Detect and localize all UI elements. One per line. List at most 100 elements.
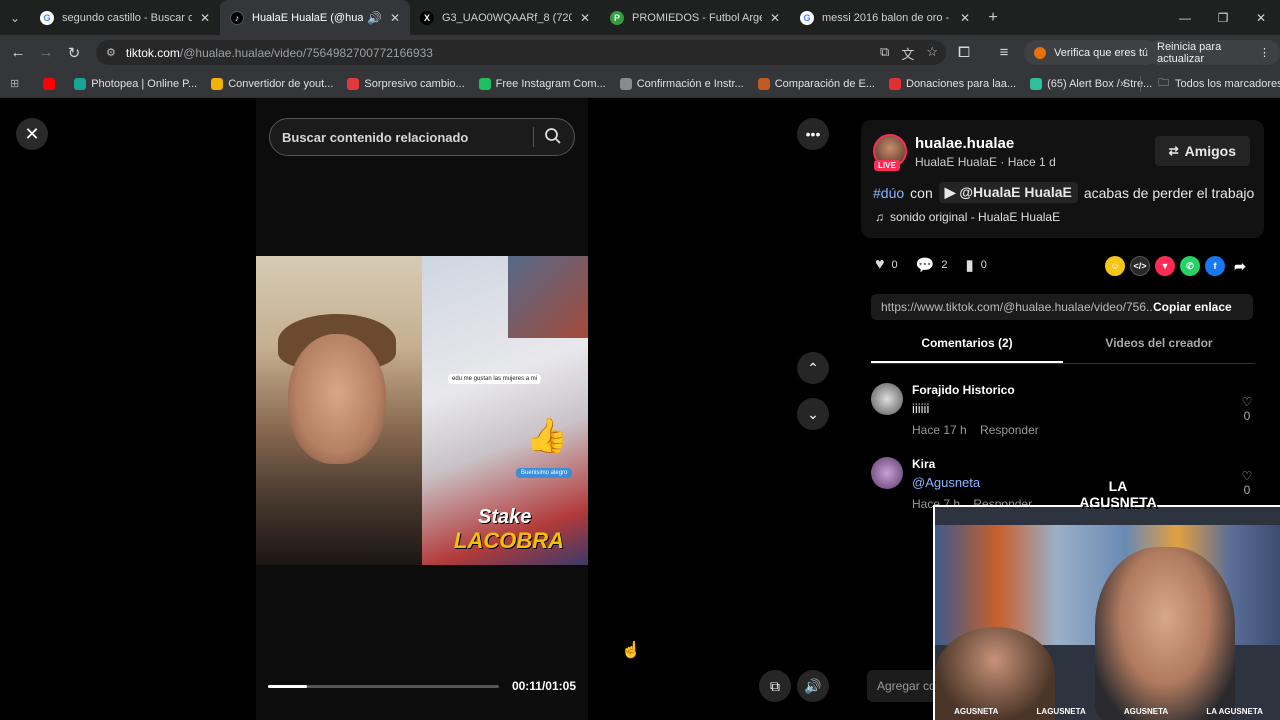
all-bookmarks-label: Todos los marcadores xyxy=(1175,77,1280,90)
close-tab-icon[interactable]: ✕ xyxy=(580,11,590,25)
social-handle: AGUSNETA xyxy=(954,707,999,716)
close-tab-icon[interactable]: ✕ xyxy=(770,11,780,25)
like-button[interactable]: ♥ 0 xyxy=(875,256,898,274)
site-settings-icon[interactable]: ⚙ xyxy=(106,46,116,59)
video-right-half: edu me gustan las mujeres a mi 👍 Buenisi… xyxy=(422,256,588,565)
video-url[interactable]: https://www.tiktok.com/@hualae.hualae/vi… xyxy=(871,300,1153,314)
tab-comments[interactable]: Comentarios (2) xyxy=(871,336,1063,363)
whatsapp-icon[interactable]: ✆ xyxy=(1180,256,1200,276)
agusneta-logo: LA AGUSNETA xyxy=(1078,478,1158,510)
reply-button[interactable]: Responder xyxy=(980,423,1039,437)
music-note-icon: ♫ xyxy=(875,210,884,224)
facebook-icon[interactable]: f xyxy=(1205,256,1225,276)
comment-like[interactable]: ♡ 0 xyxy=(1239,395,1255,423)
comment-like-count: 0 xyxy=(1243,409,1251,423)
tab-google-search[interactable]: G segundo castillo - Buscar con G ✕ xyxy=(30,0,220,35)
close-video-button[interactable]: ✕ xyxy=(16,118,48,150)
embed-code-icon[interactable]: </> xyxy=(1130,256,1150,276)
tab-tiktok[interactable]: ♪ HualaE HualaE (@hualae.hu 🔊 ✕ xyxy=(220,0,410,35)
install-app-icon[interactable]: ⧉ xyxy=(880,44,889,63)
bookmark-item[interactable]: Confirmación e Instr... xyxy=(619,77,744,90)
back-arrow-icon[interactable]: ← xyxy=(4,44,32,61)
search-icon[interactable] xyxy=(544,127,562,148)
bookmark-star-icon[interactable]: ☆ xyxy=(926,44,938,63)
chevron-down-icon: ⌄ xyxy=(807,405,819,422)
volume-icon: 🔊 xyxy=(804,677,822,694)
friends-button[interactable]: ⇄ Amigos xyxy=(1154,136,1250,166)
copy-link-button[interactable]: Copiar enlace xyxy=(1153,300,1232,314)
promiedos-icon: P xyxy=(610,10,624,25)
reading-list-icon[interactable]: ≡ xyxy=(990,44,1018,61)
like-count: 0 xyxy=(891,259,898,271)
live-badge: LIVE xyxy=(874,160,900,171)
more-vert-icon: ⋮ xyxy=(1259,47,1270,59)
bookmark-label: Confirmación e Instr... xyxy=(636,77,744,90)
bookmark-item[interactable]: Comparación de E... xyxy=(757,77,875,90)
bookmark-item[interactable]: Free Instagram Com... xyxy=(478,77,606,90)
forward-arrow-icon[interactable]: → xyxy=(32,44,60,61)
bookmark-item[interactable]: (65) Alert Box / Stre... xyxy=(1030,77,1152,90)
new-tab-plus-icon[interactable]: + xyxy=(980,9,1006,27)
bookmark-item[interactable] xyxy=(43,77,60,90)
friends-label: Amigos xyxy=(1184,143,1236,159)
comment-mention[interactable]: @Agusneta xyxy=(912,475,980,490)
progress-fill xyxy=(268,685,308,688)
warning-dot-icon xyxy=(1034,46,1046,59)
bookmark-item[interactable]: Convertidor de yout... xyxy=(211,77,333,90)
close-window-icon[interactable]: ✕ xyxy=(1242,0,1280,35)
social-handles: AGUSNETA LAGUSNETA AGUSNETA LA AGUSNETA xyxy=(935,707,1280,716)
related-search-input[interactable]: Buscar contenido relacionado xyxy=(269,118,575,156)
comment-author[interactable]: Forajido Historico xyxy=(912,383,1015,397)
speaker-icon[interactable]: 🔊 xyxy=(367,11,382,25)
creator-username[interactable]: hualae.hualae xyxy=(915,135,1014,152)
more-bookmarks-chevron-icon[interactable]: » xyxy=(1120,78,1126,90)
sound-link[interactable]: ♫ sonido original - HualaE HualaE xyxy=(875,210,1060,224)
restore-icon[interactable]: ❐ xyxy=(1204,0,1242,35)
translate-icon[interactable]: 文 xyxy=(901,44,914,63)
next-video-button[interactable]: ⌄ xyxy=(797,398,829,430)
more-options-button[interactable]: ••• xyxy=(797,118,829,150)
tab-promiedos[interactable]: P PROMIEDOS - Futbol Argentino ✕ xyxy=(600,0,790,35)
description-text: acabas de perder el trabajo xyxy=(1083,184,1255,201)
floating-player-button[interactable]: ⧉ xyxy=(759,670,791,702)
comment-author[interactable]: Kira xyxy=(912,457,935,471)
friends-share-icon[interactable]: ☺ xyxy=(1105,256,1125,276)
comment-button[interactable]: 💬 2 xyxy=(916,256,948,274)
share-arrow-icon[interactable]: ➦ xyxy=(1230,256,1250,276)
google-icon: G xyxy=(40,10,54,25)
video-player[interactable]: Buscar contenido relacionado edu me gust… xyxy=(256,98,588,720)
tiktok-icon: ♪ xyxy=(230,10,244,25)
restart-update-button[interactable]: Reinicia para actualizar ⋮ xyxy=(1147,40,1280,65)
close-tab-icon[interactable]: ✕ xyxy=(390,11,400,25)
extensions-icon[interactable]: ⧠ xyxy=(950,44,978,61)
hashtag-link[interactable]: #dúo xyxy=(873,185,904,201)
bookmark-item[interactable]: Donaciones para laa... xyxy=(889,77,1016,90)
previous-video-button[interactable]: ⌃ xyxy=(797,352,829,384)
comment-like[interactable]: ♡ 0 xyxy=(1239,469,1255,497)
add-comment-placeholder: Agregar co xyxy=(877,679,936,693)
video-frame[interactable]: edu me gustan las mujeres a mi 👍 Buenisi… xyxy=(256,256,588,565)
reload-icon[interactable]: ↻ xyxy=(60,44,88,62)
bookmark-item[interactable]: Photopea | Online P... xyxy=(74,77,197,90)
mention-chip[interactable]: ▶ @HualaE HualaE xyxy=(938,182,1078,203)
send-icon[interactable]: ▼ xyxy=(1155,256,1175,276)
person-right xyxy=(1095,547,1235,720)
avatar[interactable] xyxy=(871,383,903,415)
close-tab-icon[interactable]: ✕ xyxy=(200,11,210,25)
save-button[interactable]: ▮ 0 xyxy=(965,256,986,274)
tab-creator-videos[interactable]: Videos del creador xyxy=(1063,336,1255,363)
tab-search-chevron-icon[interactable]: ⌄ xyxy=(0,0,30,35)
bookmark-item[interactable]: Sorpresivo cambio... xyxy=(347,77,465,90)
address-bar[interactable]: ⚙ tiktok.com/@hualae.hualae/video/756498… xyxy=(96,40,946,65)
video-progress-bar[interactable] xyxy=(268,685,499,688)
tab-google-messi[interactable]: G messi 2016 balon de oro - Busc ✕ xyxy=(790,0,980,35)
verify-pill[interactable]: Verifica que eres tú xyxy=(1024,40,1159,65)
avatar[interactable] xyxy=(871,457,903,489)
volume-button[interactable]: 🔊 xyxy=(797,670,829,702)
apps-grid-icon[interactable]: ⊞ xyxy=(10,77,19,90)
tab-title: G3_UAO0WQAARf_8 (720×120 xyxy=(442,11,572,24)
minimize-icon[interactable]: — xyxy=(1166,0,1204,35)
close-tab-icon[interactable]: ✕ xyxy=(960,11,970,25)
tab-x-image[interactable]: X G3_UAO0WQAARf_8 (720×120 ✕ xyxy=(410,0,600,35)
all-bookmarks-folder[interactable]: 🗀 Todos los marcadores xyxy=(1158,74,1280,93)
